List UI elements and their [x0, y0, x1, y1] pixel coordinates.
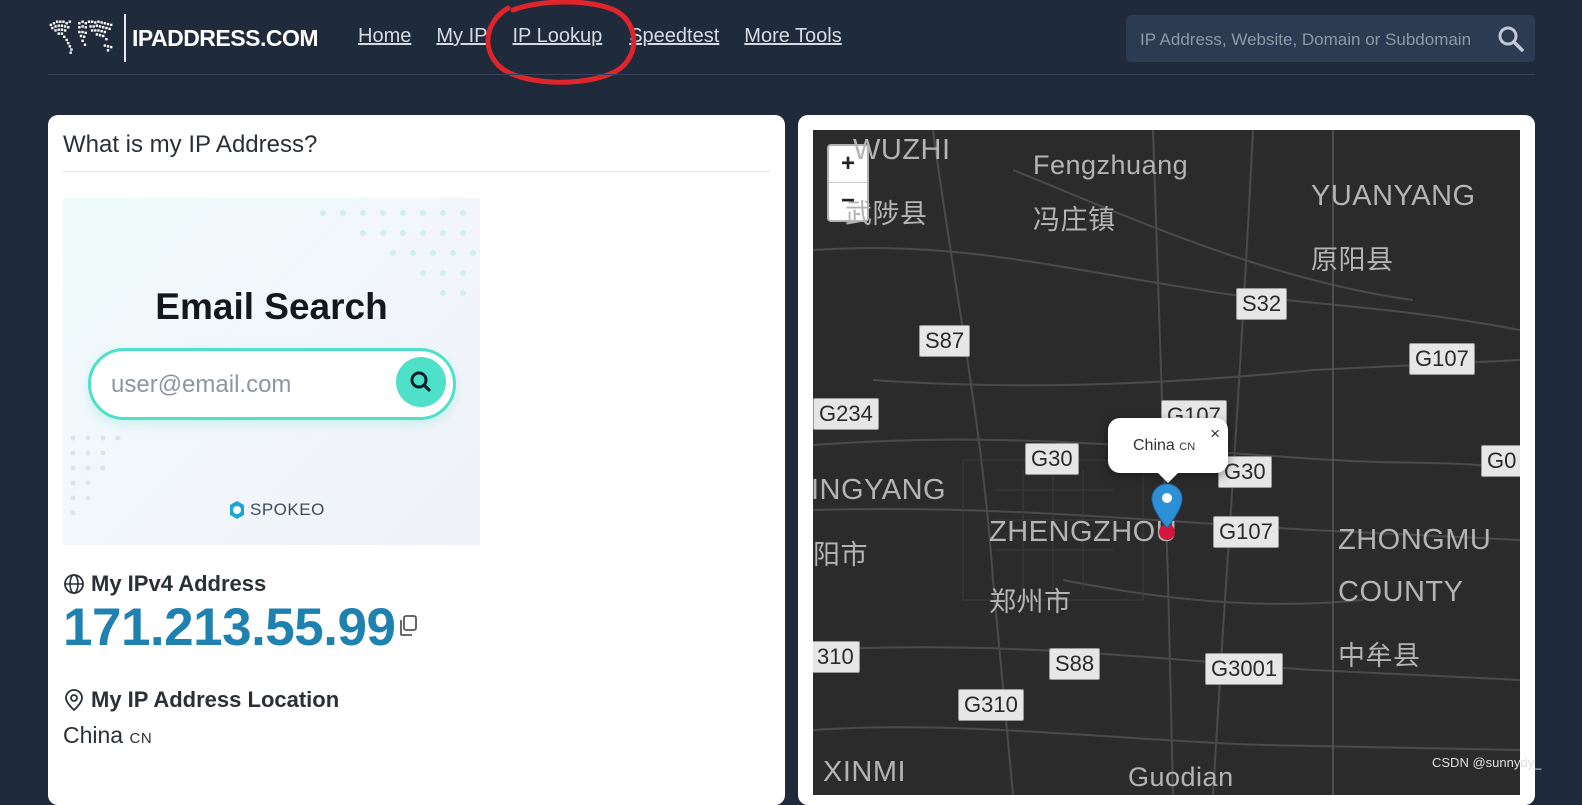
location-map[interactable]: + − WUZHI 武陟县 Fengzhuang 冯庄镇 YUANYANG 原阳…: [813, 130, 1520, 795]
map-label: ZHONGMU: [1338, 524, 1492, 556]
search-icon: [410, 371, 431, 392]
ad-brand: SPOKEO: [228, 500, 325, 520]
main-nav: Home My IP IP Lookup Speedtest More Tool…: [358, 25, 867, 48]
ad-title: Email Search: [155, 286, 388, 327]
ad-email-placeholder: user@email.com: [111, 371, 292, 398]
ad-email-input[interactable]: user@email.com: [88, 348, 456, 420]
copy-icon[interactable]: [398, 615, 418, 637]
watermark: CSDN @sunnydy_: [1432, 755, 1542, 770]
location-code: CN: [129, 730, 153, 747]
map-popup: China CN ×: [1108, 418, 1228, 483]
world-map-icon: [49, 20, 113, 54]
map-label: INGYANG: [813, 474, 947, 506]
globe-icon: [64, 574, 84, 594]
location-label: My IP Address Location: [63, 687, 339, 713]
header-divider: [48, 74, 1535, 75]
ipv4-value: 171.213.55.99: [63, 598, 396, 657]
nav-my-ip[interactable]: My IP: [436, 25, 487, 48]
map-label: WUZHI: [853, 134, 951, 166]
map-pin-icon: [65, 689, 83, 712]
map-label: Guodian: [1128, 762, 1234, 792]
map-card: + − WUZHI 武陟县 Fengzhuang 冯庄镇 YUANYANG 原阳…: [798, 115, 1535, 805]
ad-brand-text: SPOKEO: [250, 500, 325, 519]
map-label: COUNTY: [1338, 576, 1464, 608]
road-shield: G30: [1025, 443, 1079, 475]
location-label-text: My IP Address Location: [91, 687, 340, 712]
search-input[interactable]: [1138, 15, 1492, 64]
nav-more-tools[interactable]: More Tools: [744, 25, 841, 48]
nav-speedtest[interactable]: Speedtest: [629, 25, 719, 48]
map-label: YUANYANG: [1311, 180, 1476, 212]
logo-divider: [124, 14, 126, 62]
location-country: China: [63, 722, 124, 748]
road-shield: G0: [1481, 445, 1520, 477]
map-marker-icon[interactable]: [1149, 482, 1185, 542]
location-value: China CN: [63, 722, 152, 749]
map-label: 郑州市: [989, 587, 1072, 617]
card-divider: [63, 171, 770, 172]
popup-location: China CN: [1133, 437, 1195, 455]
road-shield: G310: [958, 689, 1024, 721]
ip-info-card: What is my IP Address? Email Search user…: [48, 115, 785, 805]
card-title: What is my IP Address?: [63, 131, 318, 158]
map-label: 原阳县: [1311, 245, 1394, 275]
spokeo-logo-icon: [230, 501, 244, 519]
site-logo[interactable]: IPADDRESS.COM: [48, 13, 319, 63]
map-label: 中牟县: [1338, 641, 1421, 671]
map-label: 阳市: [813, 540, 868, 570]
ipv4-label: My IPv4 Address: [63, 571, 266, 597]
nav-home[interactable]: Home: [358, 25, 411, 48]
road-shield: G107: [1409, 343, 1475, 375]
map-label: XINMI: [823, 756, 907, 788]
road-shield: 310: [813, 641, 860, 673]
ad-search-button[interactable]: [396, 357, 446, 407]
map-label: Fengzhuang: [1033, 150, 1189, 180]
ipv4-label-text: My IPv4 Address: [91, 571, 267, 596]
road-shield: S32: [1236, 288, 1288, 320]
popup-close-button[interactable]: ×: [1210, 424, 1220, 444]
popup-code: CN: [1179, 441, 1196, 453]
road-shield: G107: [1213, 516, 1279, 548]
map-label: 武陟县: [845, 199, 928, 229]
road-shield: G234: [813, 398, 879, 430]
email-search-ad[interactable]: Email Search user@email.com SPOKEO: [63, 198, 480, 545]
road-shield: G3001: [1205, 653, 1284, 685]
popup-country: China: [1133, 437, 1175, 454]
map-label: 冯庄镇: [1033, 205, 1116, 235]
nav-ip-lookup[interactable]: IP Lookup: [512, 25, 602, 48]
logo-text: IPADDRESS.COM: [131, 24, 319, 51]
road-shield: S88: [1049, 648, 1101, 680]
search-icon[interactable]: [1497, 25, 1525, 53]
search-box: [1126, 15, 1535, 64]
road-shield: S87: [919, 325, 971, 357]
